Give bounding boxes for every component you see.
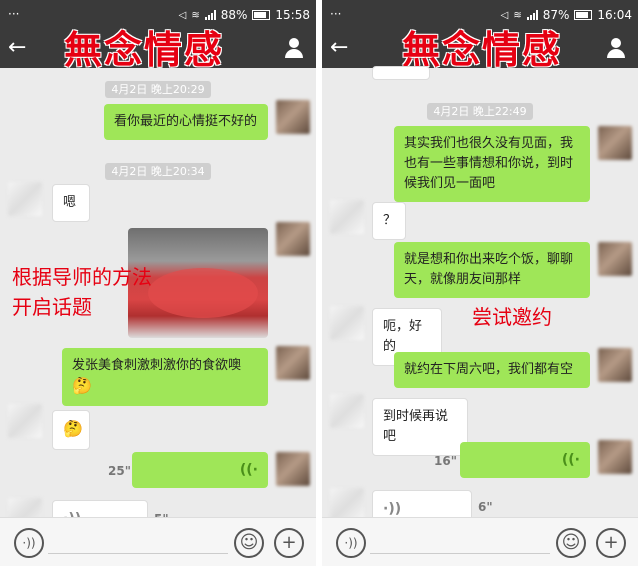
message-input[interactable]: [48, 533, 228, 554]
avatar-contact[interactable]: [8, 182, 42, 216]
avatar-self[interactable]: [276, 346, 310, 380]
smiley-icon[interactable]: ☺: [234, 528, 264, 558]
message-bubble-outgoing[interactable]: 发张美食刺激刺激你的食欲噢 🤔: [62, 348, 268, 406]
clock: 15:58: [275, 8, 310, 22]
message-bubble-outgoing[interactable]: 其实我们也很久没有见面，我也有一些事情想和你说，到时候我们见一面吧: [394, 126, 590, 202]
message-text: 发张美食刺激刺激你的食欲噢: [72, 358, 242, 373]
timestamp: 4月2日 晚上20:29: [0, 78, 316, 98]
avatar-contact[interactable]: [330, 394, 364, 428]
voice-duration: 6": [478, 500, 493, 514]
voice-icon[interactable]: ·)): [336, 528, 366, 558]
arrow-left-icon[interactable]: ←: [330, 36, 348, 60]
avatar-self[interactable]: [598, 348, 632, 382]
voice-duration: 25": [108, 464, 131, 478]
thinking-emoji: 🤔: [72, 376, 92, 395]
message-bubble-incoming[interactable]: 嗯: [52, 184, 90, 222]
avatar-self[interactable]: [276, 100, 310, 134]
annotation: 尝试邀约: [472, 305, 552, 329]
battery-icon: [252, 10, 271, 20]
avatar-contact[interactable]: [330, 306, 364, 340]
message-bubble-outgoing[interactable]: 就是想和你出来吃个饭，聊聊天，就像朋友间那样: [394, 242, 590, 298]
avatar-contact[interactable]: [8, 404, 42, 438]
message-bubble-outgoing[interactable]: 就约在下周六吧，我们都有空: [394, 352, 590, 388]
avatar-self[interactable]: [598, 440, 632, 474]
thinking-emoji: 🤔: [63, 419, 83, 438]
avatar-self[interactable]: [276, 452, 310, 486]
timestamp: 4月2日 晚上22:49: [322, 100, 638, 120]
avatar-self[interactable]: [276, 222, 310, 256]
message-bubble-incoming[interactable]: 到时候再说吧: [372, 398, 468, 456]
voice-wave-icon: ((·: [239, 462, 258, 478]
battery-percent: 88%: [220, 8, 248, 22]
message-bubble-incoming[interactable]: [372, 66, 430, 80]
timestamp: 4月2日 晚上20:34: [0, 160, 316, 180]
message-bubble-incoming[interactable]: 🤔: [52, 410, 90, 450]
plus-icon[interactable]: +: [596, 528, 626, 558]
avatar-self[interactable]: [598, 242, 632, 276]
chat-screen-2: ··· ◁ ≋ 87% 16:04 ← 無念情感 4月2日 晚上22:49 其实…: [322, 0, 638, 566]
clock: 16:04: [597, 8, 632, 22]
voice-wave-icon: ((·: [561, 452, 580, 468]
voice-icon[interactable]: ·)): [14, 528, 44, 558]
notification-dots: ···: [8, 7, 20, 21]
voice-duration: 16": [434, 454, 457, 468]
voice-wave-icon: ·)): [383, 501, 402, 517]
arrow-left-icon[interactable]: ←: [8, 36, 26, 60]
input-bar: ·)) ☺ +: [0, 517, 316, 566]
avatar-self[interactable]: [598, 126, 632, 160]
plus-icon[interactable]: +: [274, 528, 304, 558]
watermark: 無念情感: [64, 28, 225, 72]
chat-screen-1: ··· ◁ ≋ 88% 15:58 ← 無念情感 4月2日 晚上20:29 看你…: [0, 0, 316, 566]
notification-dots: ···: [330, 7, 342, 21]
input-bar: ·)) ☺ +: [322, 517, 638, 566]
message-input[interactable]: [370, 533, 550, 554]
message-bubble-outgoing[interactable]: 看你最近的心情挺不好的: [104, 104, 268, 140]
person-icon[interactable]: [606, 38, 626, 58]
person-icon[interactable]: [284, 38, 304, 58]
avatar-contact[interactable]: [330, 200, 364, 234]
voice-message-outgoing[interactable]: ((·: [460, 442, 590, 478]
voice-message-outgoing[interactable]: ((·: [132, 452, 268, 488]
smiley-icon[interactable]: ☺: [556, 528, 586, 558]
battery-icon: [574, 10, 593, 20]
annotation: 根据导师的方法开启话题: [12, 265, 152, 319]
message-bubble-incoming[interactable]: ？: [372, 202, 406, 240]
